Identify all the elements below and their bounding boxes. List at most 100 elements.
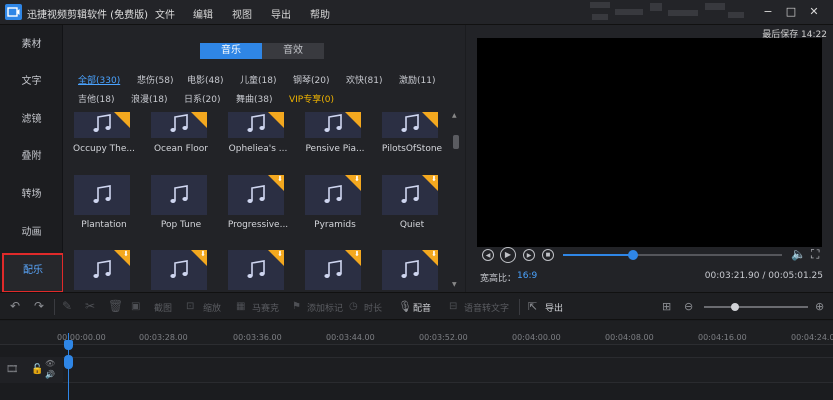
playhead-grip[interactable] (64, 355, 73, 369)
track-header: 🎞 🔓 👁 🔊 (0, 357, 63, 383)
filter-happy[interactable]: 欢快(81) (346, 73, 382, 86)
sidebar-item-animation[interactable]: 动画 (0, 215, 63, 251)
timeline-zoom-slider[interactable] (704, 306, 808, 308)
voiceover-button[interactable]: 配音 (413, 301, 431, 314)
zoom-button[interactable]: 缩放 (203, 301, 221, 314)
filter-kids[interactable]: 儿童(18) (240, 73, 276, 86)
sidebar-item-music[interactable]: 配乐 (2, 253, 64, 293)
download-badge-icon[interactable] (268, 112, 284, 128)
filter-dance[interactable]: 舞曲(38) (236, 92, 272, 105)
filter-inspiring[interactable]: 激励(11) (399, 73, 435, 86)
marker-icon[interactable]: ⚑ (292, 301, 301, 312)
video-track[interactable] (0, 357, 833, 383)
tab-music[interactable]: 音乐 (200, 43, 262, 59)
sidebar-item-filters[interactable]: 滤镜 (0, 102, 63, 138)
sidebar-item-text[interactable]: 文字 (0, 64, 63, 100)
track-thumbnail (382, 112, 438, 138)
play-button[interactable]: ▶ (500, 247, 516, 263)
download-arrow-icon: ⬇ (277, 175, 283, 183)
toolbar-divider (54, 299, 55, 315)
zoom-out-icon[interactable]: ⊖ (684, 300, 693, 313)
menu-file[interactable]: 文件 (155, 6, 175, 21)
seek-bar[interactable] (563, 254, 782, 256)
add-marker-button[interactable]: 添加标记 (307, 301, 343, 314)
screenshot-button[interactable]: 截图 (154, 301, 172, 314)
toolbar-divider (519, 299, 520, 315)
seek-handle[interactable] (628, 250, 639, 260)
download-badge-icon[interactable] (191, 112, 207, 128)
playhead-handle[interactable] (64, 340, 73, 350)
fullscreen-icon[interactable]: ⛶ (811, 247, 819, 262)
seek-progress (563, 254, 634, 256)
track-thumbnail: ⬇ (228, 250, 284, 290)
track-thumbnail: ⬇ (305, 175, 361, 215)
track-thumbnail (151, 175, 207, 215)
menu-view[interactable]: 视图 (232, 6, 252, 21)
zoom-crop-icon[interactable]: ⊡ (186, 301, 194, 312)
aspect-ratio-value[interactable]: 16:9 (517, 271, 537, 281)
close-button[interactable]: ✕ (807, 5, 821, 19)
redo-icon[interactable]: ↷ (34, 299, 44, 313)
download-badge-icon[interactable] (114, 112, 130, 128)
track-name: PilotsOfStone (381, 144, 443, 154)
visibility-icon[interactable]: 👁 (45, 359, 55, 368)
mosaic-icon[interactable]: ▦ (236, 301, 245, 312)
timeline-ruler[interactable]: 00:00:00.00 00:03:28.00 00:03:36.00 00:0… (0, 321, 833, 345)
filter-romantic[interactable]: 浪漫(18) (131, 92, 167, 105)
delete-icon[interactable]: 🗑 (108, 299, 123, 313)
track-name: Opheliea's ... (228, 144, 288, 154)
sidebar-item-overlay[interactable]: 叠附 (0, 139, 63, 175)
download-badge-icon[interactable] (422, 112, 438, 128)
volume-icon[interactable]: 🔈 (791, 247, 806, 261)
maximize-button[interactable]: □ (784, 5, 798, 19)
export-button[interactable]: 导出 (545, 301, 563, 314)
minimize-button[interactable]: − (761, 5, 775, 19)
ruler-tick-label: 00:04:16.00 (698, 333, 747, 342)
cut-icon[interactable]: ✂ (85, 299, 95, 313)
undo-icon[interactable]: ↶ (10, 299, 20, 313)
filter-guitar[interactable]: 吉他(18) (78, 92, 114, 105)
ruler-tick-label: 00:04:24.00 (791, 333, 833, 342)
video-preview[interactable] (477, 38, 822, 247)
filter-all[interactable]: 全部(330) (78, 73, 120, 86)
sidebar-item-media[interactable]: 素材 (0, 27, 63, 63)
stop-icon[interactable]: ■ (542, 249, 554, 261)
mosaic-button[interactable]: 马赛克 (252, 301, 279, 314)
microphone-icon[interactable]: 🎙 (398, 300, 412, 313)
filter-movie[interactable]: 电影(48) (187, 73, 223, 86)
speech-to-text-button[interactable]: 语音转文字 (464, 301, 509, 314)
zoom-in-icon[interactable]: ⊕ (815, 300, 824, 313)
filter-piano[interactable]: 钢琴(20) (293, 73, 329, 86)
duration-icon[interactable]: ◷ (349, 301, 358, 312)
filter-japanese[interactable]: 日系(20) (184, 92, 220, 105)
filter-sad[interactable]: 悲伤(58) (137, 73, 173, 86)
mute-icon[interactable]: 🔊 (45, 370, 55, 379)
menu-edit[interactable]: 编辑 (193, 6, 213, 21)
lock-icon[interactable]: 🔓 (31, 364, 43, 375)
edit-icon[interactable]: ✎ (62, 299, 72, 313)
library-scroll-thumb[interactable] (453, 135, 459, 149)
tab-sound-effects[interactable]: 音效 (262, 43, 324, 59)
track-thumbnail: ⬇ (228, 175, 284, 215)
duration-button[interactable]: 时长 (364, 301, 382, 314)
speech-to-text-icon[interactable]: ⊟ (449, 301, 457, 312)
track-name: Pop Tune (160, 220, 202, 230)
timeline-zoom-handle[interactable] (731, 303, 740, 311)
screenshot-icon[interactable]: ▣ (131, 301, 140, 312)
fit-timeline-icon[interactable]: ⊞ (662, 300, 671, 313)
menu-help[interactable]: 帮助 (310, 6, 330, 21)
title-bar: 迅捷视频剪辑软件 (免费版) 文件 编辑 视图 导出 帮助 − □ ✕ (0, 0, 833, 25)
scroll-down-icon[interactable]: ▼ (452, 281, 457, 288)
filter-vip[interactable]: VIP专享(0) (289, 92, 334, 105)
next-frame-icon[interactable]: ▶ (523, 249, 535, 261)
sidebar-item-transitions[interactable]: 转场 (0, 177, 63, 213)
export-icon[interactable]: ⇱ (528, 300, 537, 313)
menu-export[interactable]: 导出 (271, 6, 291, 21)
track-thumbnail (151, 112, 207, 138)
ruler-tick-label: 00:03:28.00 (139, 333, 188, 342)
blurred-account-area (590, 0, 750, 24)
track-thumbnail: ⬇ (74, 250, 130, 290)
prev-frame-icon[interactable]: ◀ (482, 249, 494, 261)
download-badge-icon[interactable] (345, 112, 361, 128)
scroll-up-icon[interactable]: ▲ (452, 112, 457, 119)
